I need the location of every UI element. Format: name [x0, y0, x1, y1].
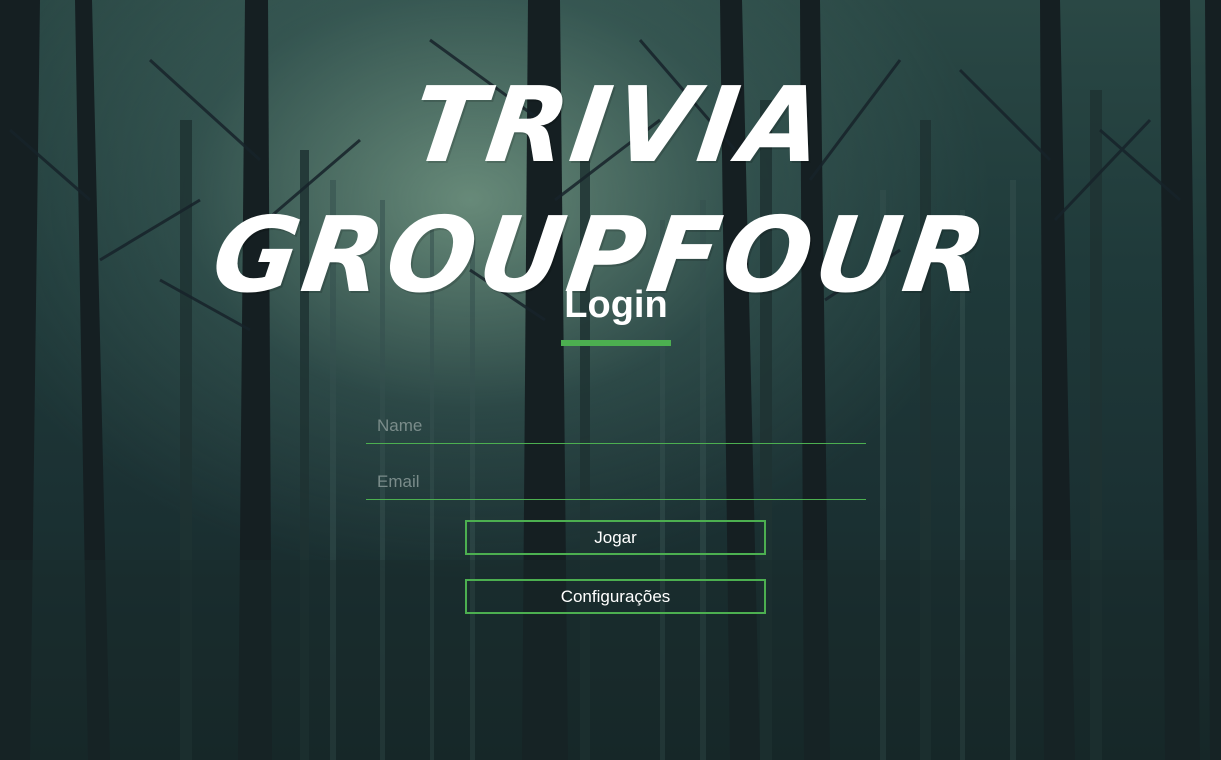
play-button[interactable]: Jogar	[465, 520, 766, 555]
app-title: Trivia GroupFour	[205, 64, 998, 316]
login-heading: Login	[564, 284, 668, 326]
settings-button[interactable]: Configurações	[465, 579, 766, 614]
name-input[interactable]	[366, 408, 866, 444]
email-input[interactable]	[366, 464, 866, 500]
login-heading-underline	[561, 340, 671, 346]
